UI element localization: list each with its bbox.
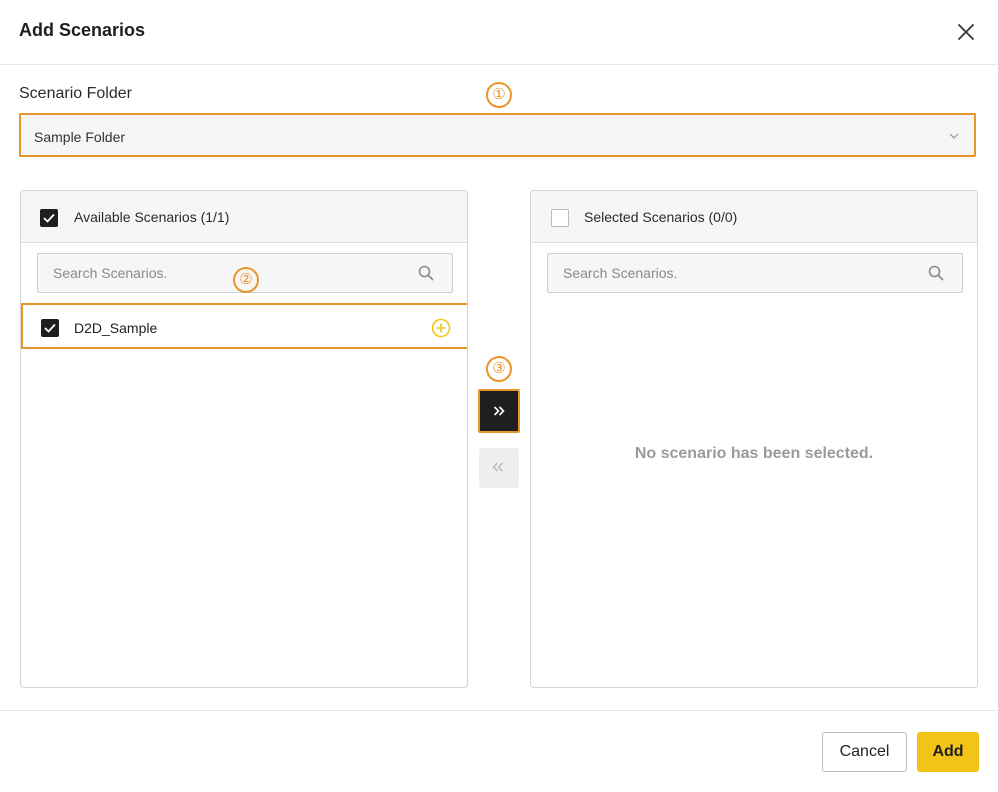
scenario-name: D2D_Sample <box>74 320 158 336</box>
chevron-down-icon <box>949 133 959 139</box>
step-marker-2: ② <box>233 267 259 293</box>
step-marker-3: ③ <box>486 356 512 382</box>
dialog-title: Add Scenarios <box>19 20 146 40</box>
selected-panel-title: Selected Scenarios (0/0) <box>584 209 738 225</box>
dialog-footer: Cancel Add <box>0 710 998 792</box>
plus-circle-icon[interactable] <box>431 318 451 338</box>
cancel-button[interactable]: Cancel <box>822 732 907 772</box>
item-checkbox[interactable] <box>41 319 59 337</box>
selected-panel-header: Selected Scenarios (0/0) <box>531 191 977 243</box>
scenario-folder-value: Sample Folder <box>34 129 126 145</box>
add-scenarios-dialog: Add Scenarios Scenario Folder ① Sample F… <box>0 0 998 791</box>
available-panel-title: Available Scenarios (1/1) <box>74 209 230 225</box>
available-select-all-checkbox[interactable] <box>40 209 58 227</box>
move-right-button[interactable] <box>478 389 520 433</box>
selected-search-box <box>547 253 963 293</box>
available-scenarios-panel: Available Scenarios (1/1) ② D2D_Sample <box>20 190 468 688</box>
checkmark-icon <box>44 323 56 333</box>
selected-select-all-checkbox[interactable] <box>551 209 569 227</box>
available-panel-header: Available Scenarios (1/1) <box>21 191 467 243</box>
available-search-input[interactable] <box>38 254 423 292</box>
search-icon[interactable] <box>928 265 944 281</box>
close-icon <box>958 24 974 40</box>
selected-search-input[interactable] <box>548 254 933 292</box>
scenario-folder-label: Scenario Folder <box>19 85 132 102</box>
selected-scenarios-panel: Selected Scenarios (0/0) No scenario has… <box>530 190 978 688</box>
step-marker-1: ① <box>486 82 512 108</box>
list-item[interactable]: D2D_Sample <box>21 303 467 349</box>
move-left-button[interactable] <box>479 448 519 488</box>
empty-selection-message: No scenario has been selected. <box>634 445 874 462</box>
double-chevron-left-icon <box>492 462 503 472</box>
dialog-header: Add Scenarios <box>0 0 998 65</box>
double-chevron-right-icon <box>493 406 505 416</box>
search-icon[interactable] <box>418 265 434 281</box>
scenario-folder-select[interactable]: Sample Folder <box>19 113 976 157</box>
add-button[interactable]: Add <box>917 732 979 772</box>
close-button[interactable] <box>954 20 978 44</box>
checkmark-icon <box>43 213 55 223</box>
